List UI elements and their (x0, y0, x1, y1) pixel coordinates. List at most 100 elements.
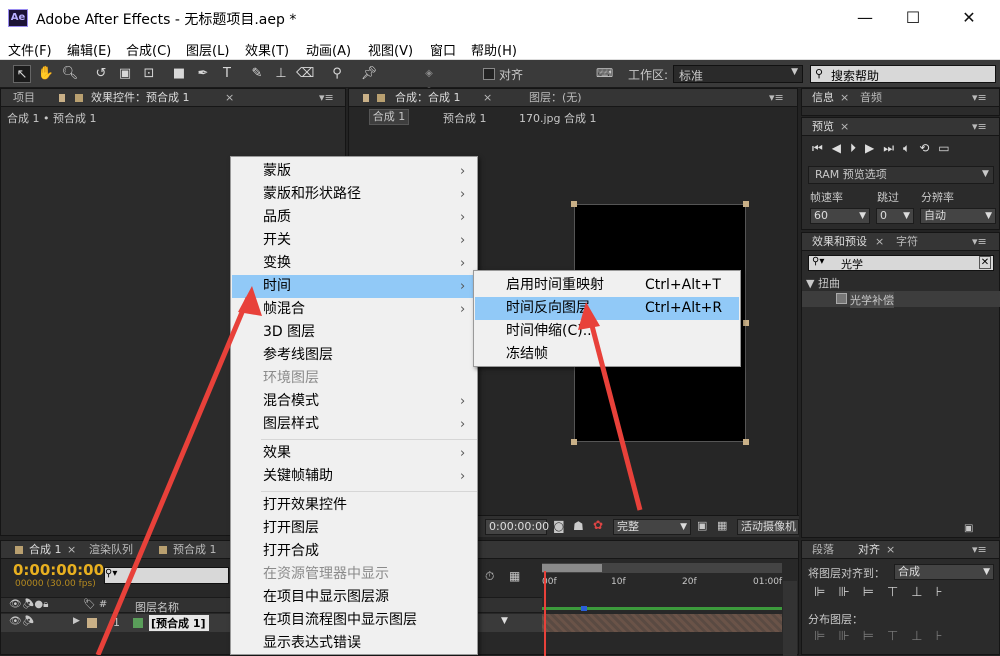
tab-precomp-1[interactable]: 预合成 1 (173, 541, 217, 559)
camera-tool-icon[interactable]: ▣ (116, 65, 134, 83)
menu-view[interactable]: 视图(V) (368, 40, 413, 59)
tab-composition[interactable]: 合成：合成 1 (395, 89, 461, 107)
close-button[interactable]: ✕ (946, 0, 992, 36)
context-menu-item[interactable]: 图层样式 › (232, 413, 476, 436)
menu-effect[interactable]: 效果(T) (245, 40, 289, 59)
submenu-item[interactable]: 启用时间重映射 Ctrl+Alt+T (475, 274, 739, 297)
context-menu-item[interactable]: 蒙版 › (232, 160, 476, 183)
active-camera-select[interactable]: 活动摄像机 (737, 519, 799, 535)
context-menu-item[interactable]: 时间 › (232, 275, 476, 298)
resolution-select[interactable]: 自动 ▼ (920, 208, 996, 224)
timeline-search-input[interactable]: ⚲▾ (104, 567, 229, 584)
menu-edit[interactable]: 编辑(E) (67, 40, 111, 59)
region-of-interest-icon[interactable]: ▣ (697, 519, 707, 532)
menu-window[interactable]: 窗口 (430, 40, 456, 59)
text-tool-icon[interactable]: T (218, 65, 236, 83)
skip-select[interactable]: 0 ▼ (876, 208, 914, 224)
crumb-precomp-1[interactable]: 预合成 1 (443, 110, 487, 126)
eraser-tool-icon[interactable]: ⌫ (296, 65, 314, 83)
work-area-range[interactable] (542, 564, 602, 572)
menu-layer[interactable]: 图层(L) (186, 40, 229, 59)
visibility-icon[interactable]: 👁︎🔈︎ (9, 616, 34, 627)
tab-project[interactable]: 项目 (13, 89, 35, 107)
maximize-button[interactable]: ☐ (890, 0, 936, 36)
panel-menu-icon[interactable]: ▾≡ (319, 89, 334, 107)
minimize-button[interactable]: — (842, 0, 888, 36)
close-icon[interactable]: × (67, 541, 76, 559)
expand-triangle-icon[interactable]: ▶ (73, 616, 80, 626)
effects-group-distort[interactable]: ▼ 扭曲 (806, 275, 840, 291)
clone-stamp-tool-icon[interactable]: ⊥ (272, 65, 290, 83)
layer-name[interactable]: [预合成 1] (149, 615, 209, 631)
label-color-swatch[interactable] (87, 618, 97, 628)
show-snapshot-icon[interactable]: ☗ (573, 519, 584, 533)
context-menu-item[interactable]: 变换 › (232, 252, 476, 275)
menu-animation[interactable]: 动画(A) (306, 40, 351, 59)
submenu-item[interactable]: 冻结帧 (475, 343, 739, 366)
menu-composition[interactable]: 合成(C) (126, 40, 171, 59)
close-icon[interactable]: × (483, 89, 492, 107)
tab-effects-presets[interactable]: 效果和预设 (812, 233, 867, 251)
hand-tool-icon[interactable]: ✋ (37, 65, 55, 83)
graph-editor-icon[interactable]: ▦ (509, 569, 520, 583)
menu-file[interactable]: 文件(F) (8, 40, 52, 59)
tab-character[interactable]: 字符 (896, 233, 918, 251)
layer-handle[interactable] (743, 439, 749, 445)
layer-handle[interactable] (743, 320, 749, 326)
brush-tool-icon[interactable]: ✎ (248, 65, 266, 83)
close-icon[interactable]: × (840, 118, 849, 136)
resolution-select[interactable]: 完整 ▼ (613, 519, 691, 535)
context-menu-item[interactable]: 关键帧辅助 › (232, 465, 476, 488)
layer-handle[interactable] (571, 201, 577, 207)
clear-search-icon[interactable]: ✕ (979, 256, 991, 269)
roto-brush-tool-icon[interactable]: ⚲ (328, 65, 346, 83)
timeline-zoom-bar[interactable] (783, 581, 797, 656)
panel-menu-icon[interactable]: ▾≡ (769, 89, 784, 107)
timeline-timecode[interactable]: 0:00:00:00 (13, 561, 104, 579)
work-area-bar[interactable] (542, 563, 782, 573)
layer-duration-bar[interactable] (542, 607, 782, 610)
close-icon[interactable]: × (225, 89, 234, 107)
close-icon[interactable]: × (840, 89, 849, 107)
context-menu-item[interactable]: 在项目中显示图层源 (232, 586, 476, 609)
tab-audio[interactable]: 音频 (860, 89, 882, 107)
new-folder-icon[interactable]: ▣ (964, 523, 973, 534)
context-menu-item[interactable]: 打开效果控件 (232, 494, 476, 517)
panel-menu-icon[interactable]: ▾≡ (972, 541, 987, 559)
context-menu-item[interactable]: 参考线图层 (232, 344, 476, 367)
context-menu-item[interactable]: 打开合成 (232, 540, 476, 563)
comp-timecode[interactable]: 0:00:00:00 (485, 519, 549, 535)
align-target-select[interactable]: 合成 ▼ (894, 564, 994, 580)
layer-handle[interactable] (571, 439, 577, 445)
workspace-select[interactable]: 标准 ▼ (673, 65, 803, 83)
menu-help[interactable]: 帮助(H) (471, 40, 517, 59)
layer-track[interactable] (542, 614, 782, 632)
stopwatch-icon[interactable]: ⏱ (485, 569, 494, 584)
playback-controls[interactable]: ⏮◀⏵▶⏭🔈︎⟲▭ (812, 141, 959, 156)
context-menu-item[interactable]: 显示表达式错误 (232, 632, 476, 655)
effects-search-input[interactable]: ⚲▾ 光学 ✕ (808, 255, 994, 271)
rotate-tool-icon[interactable]: ↺ (92, 65, 110, 83)
snap-checkbox[interactable] (483, 68, 495, 80)
crumb-170jpg[interactable]: 170.jpg 合成 1 (519, 110, 597, 126)
tab-paragraph[interactable]: 段落 (812, 541, 834, 559)
panel-menu-icon[interactable]: ▾≡ (972, 89, 987, 107)
rectangle-tool-icon[interactable]: ■ (170, 65, 188, 83)
tab-effect-controls[interactable]: 效果控件：预合成 1 (91, 89, 190, 107)
selection-tool-icon[interactable]: ↖ (13, 65, 31, 83)
layer-name-column[interactable]: 图层名称 (135, 599, 179, 615)
snapshot-camera-icon[interactable]: ◙ (553, 519, 565, 533)
context-menu-item[interactable]: 在项目流程图中显示图层 (232, 609, 476, 632)
context-menu-item[interactable]: 品质 › (232, 206, 476, 229)
effects-item-row[interactable]: 光学补偿 (802, 291, 1000, 308)
tab-preview[interactable]: 预览 (812, 118, 834, 136)
context-menu-item[interactable]: 开关 › (232, 229, 476, 252)
context-menu-item[interactable]: 效果 › (232, 442, 476, 465)
transparency-grid-icon[interactable]: ▦ (717, 519, 727, 532)
align-buttons-row[interactable]: ⊫⊪⊨⊤⊥⊦ (814, 585, 955, 600)
puppet-pin-tool-icon[interactable]: 📌︎ (360, 65, 378, 83)
panel-menu-icon[interactable]: ▾≡ (972, 118, 987, 136)
close-icon[interactable]: × (875, 233, 884, 251)
crumb-comp-1[interactable]: 合成 1 (369, 109, 409, 125)
keyframe-marker[interactable] (581, 606, 587, 611)
